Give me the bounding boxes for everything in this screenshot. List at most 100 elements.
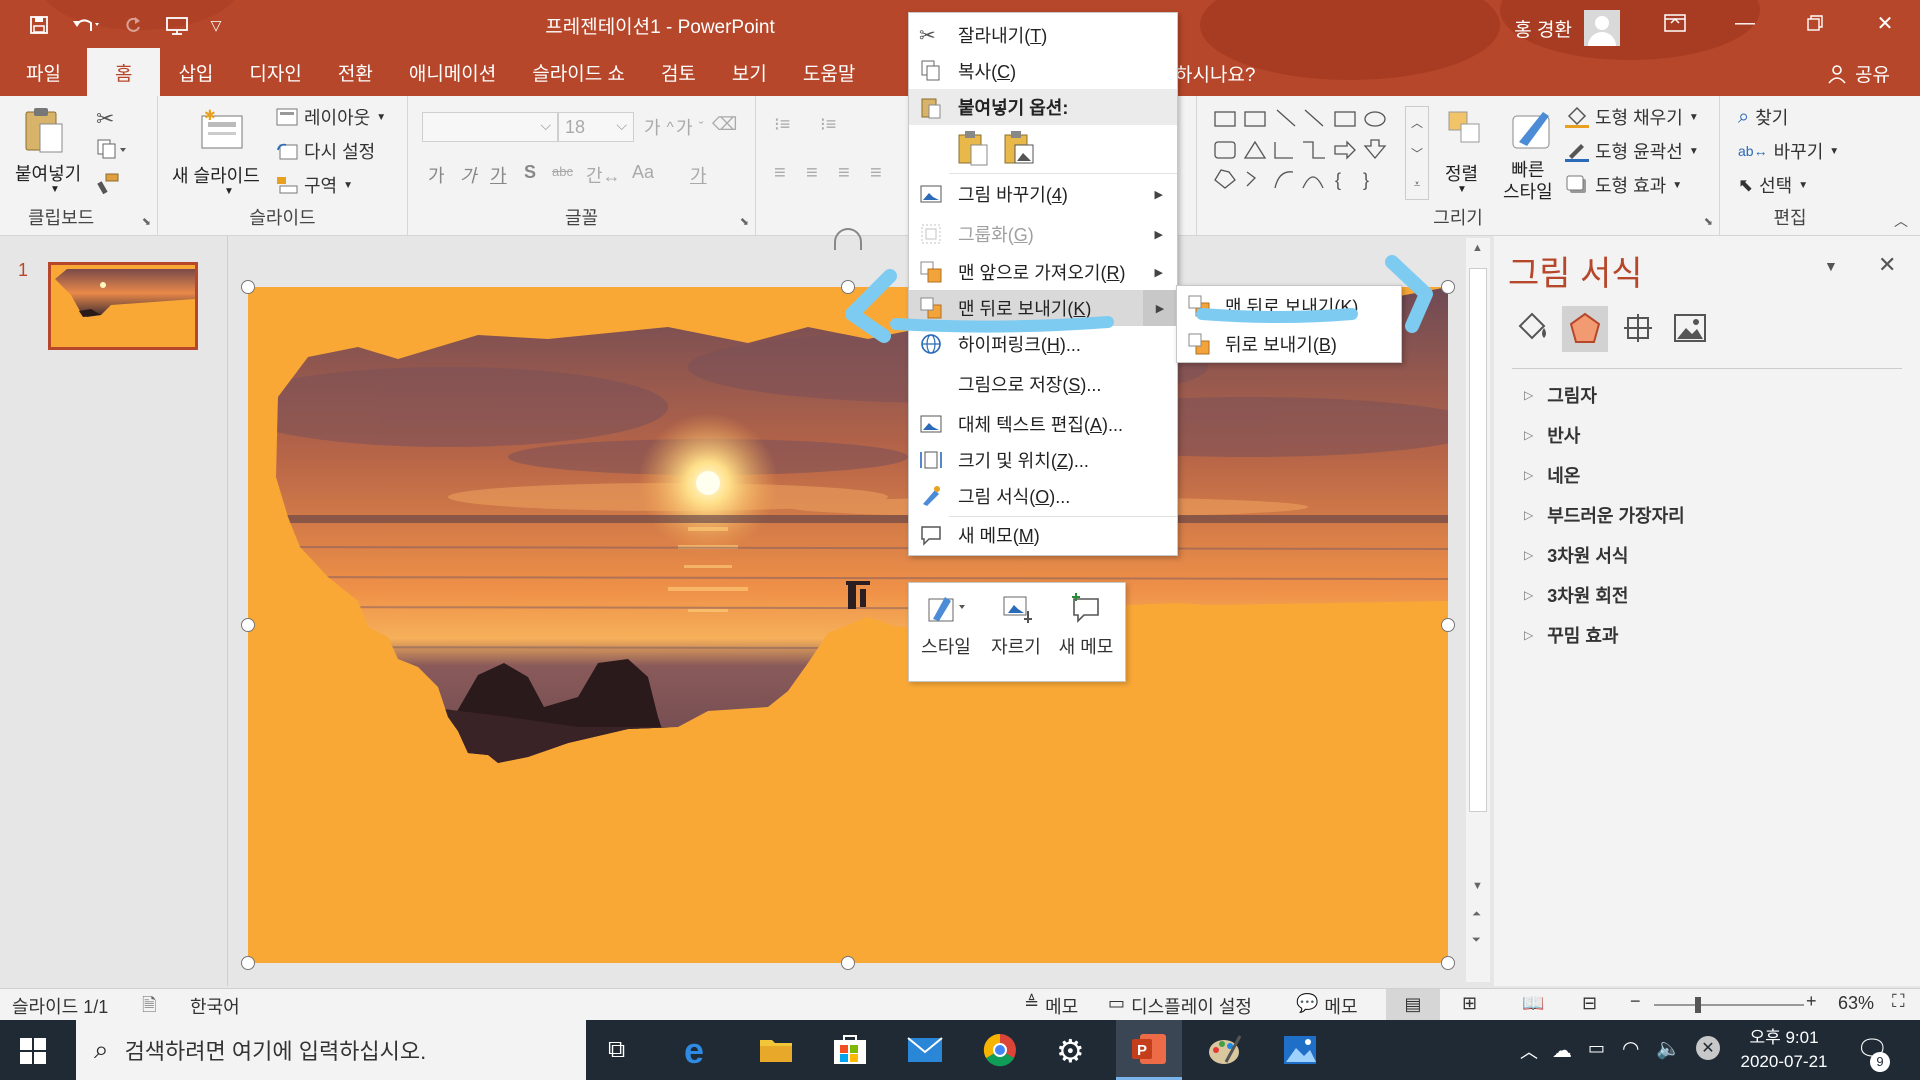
close-icon[interactable]: ✕: [1850, 0, 1920, 46]
bullets-icon[interactable]: ⁝≡: [774, 114, 790, 135]
tab-file[interactable]: 파일: [0, 48, 87, 96]
tab-slideshow[interactable]: 슬라이드 쇼: [514, 48, 643, 96]
tell-me-search[interactable]: 하시나요?: [1175, 60, 1256, 87]
menu-item-bring-to-front[interactable]: 맨 앞으로 가져오기(R) ▶: [909, 254, 1177, 290]
menu-item-change-picture[interactable]: 그림 바꾸기(4) ▶: [909, 176, 1177, 212]
normal-view-icon[interactable]: ▤: [1386, 989, 1440, 1020]
menu-item-cut[interactable]: ✂ 잘라내기(T): [909, 17, 1177, 53]
submenu-item-send-backward[interactable]: 뒤로 보내기(B): [1177, 326, 1401, 362]
sunset-picture[interactable]: [248, 287, 1448, 963]
shape-fill-button[interactable]: 도형 채우기 ▼: [1565, 104, 1699, 130]
menu-item-new-comment[interactable]: 새 메모(M): [909, 517, 1177, 553]
crop-button[interactable]: 자르기: [983, 591, 1049, 677]
change-case-button[interactable]: Aa: [632, 162, 654, 183]
dialog-launcher-icon[interactable]: ⬊: [142, 215, 151, 228]
resize-handle-bottom-left[interactable]: [241, 956, 255, 970]
mail-icon[interactable]: [906, 1036, 944, 1069]
slide-indicator[interactable]: 슬라이드 1/1: [12, 993, 108, 1019]
menu-item-hyperlink[interactable]: 하이퍼링크(H)...: [909, 326, 1177, 362]
tab-insert[interactable]: 삽입: [160, 48, 231, 96]
dialog-launcher-icon[interactable]: ⬊: [1704, 215, 1713, 228]
section-button[interactable]: 구역 ▼: [276, 172, 353, 198]
slide-sorter-icon[interactable]: ⊞: [1462, 993, 1477, 1014]
tab-review[interactable]: 검토: [643, 48, 714, 96]
restore-icon[interactable]: [1780, 0, 1850, 46]
strikethrough-button[interactable]: abc: [552, 164, 573, 179]
pane-options-icon[interactable]: ▼: [1824, 258, 1838, 274]
display-settings-button[interactable]: ▭ 디스플레이 설정: [1108, 993, 1252, 1019]
resize-handle-top-middle[interactable]: [841, 280, 855, 294]
submenu-item-send-to-back[interactable]: 맨 뒤로 보내기(K): [1177, 288, 1401, 324]
replace-button[interactable]: ab↔ 바꾸기 ▼: [1738, 138, 1839, 164]
cut-icon[interactable]: ✂: [96, 106, 114, 132]
section-3d-format[interactable]: ▷ 3차원 서식: [1524, 542, 1629, 568]
section-soft-edges[interactable]: ▷ 부드러운 가장자리: [1524, 502, 1685, 528]
font-color-button[interactable]: 가: [690, 162, 707, 188]
resize-handle-middle-right[interactable]: [1441, 618, 1455, 632]
clock[interactable]: 오후 9:01 2020-07-21: [1736, 1026, 1832, 1074]
chrome-icon[interactable]: [982, 1032, 1018, 1073]
paint-icon[interactable]: [1206, 1032, 1242, 1073]
scroll-down-icon[interactable]: ▼: [1472, 880, 1483, 892]
fit-to-window-icon[interactable]: ⛶: [1892, 991, 1905, 1012]
battery-icon[interactable]: ▭: [1588, 1038, 1605, 1059]
italic-button[interactable]: 가: [460, 162, 477, 188]
tab-animations[interactable]: 애니메이션: [391, 48, 514, 96]
paste-button[interactable]: 붙여넣기 ▼: [10, 102, 81, 202]
section-glow[interactable]: ▷ 네온: [1524, 462, 1580, 488]
share-button[interactable]: 공유: [1827, 60, 1890, 87]
store-icon[interactable]: [832, 1032, 868, 1071]
taskbar-search-box[interactable]: ⌕ 검색하려면 여기에 입력하십시오.: [76, 1020, 586, 1080]
grow-font-icon[interactable]: 가 ^: [644, 114, 674, 140]
style-button[interactable]: 스타일: [913, 591, 979, 677]
tab-transitions[interactable]: 전환: [320, 48, 391, 96]
file-explorer-icon[interactable]: [758, 1034, 794, 1069]
scroll-up-icon[interactable]: ▲: [1472, 242, 1483, 254]
section-reflection[interactable]: ▷ 반사: [1524, 422, 1580, 448]
spelling-check-icon[interactable]: 🗎: [142, 993, 156, 1023]
dialog-launcher-icon[interactable]: ⬊: [740, 215, 749, 228]
user-account[interactable]: 홍 경환: [1514, 10, 1620, 46]
minimize-icon[interactable]: —: [1710, 0, 1780, 46]
shapes-gallery[interactable]: {}: [1213, 106, 1399, 196]
shape-outline-button[interactable]: 도형 윤곽선 ▼: [1565, 138, 1699, 164]
char-spacing-button[interactable]: 간↔: [586, 162, 621, 188]
reading-view-icon[interactable]: 📖: [1522, 993, 1544, 1014]
new-slide-button[interactable]: ✱ 새 슬라이드 ▼: [168, 102, 278, 206]
underline-button[interactable]: 가: [490, 162, 507, 188]
menu-item-size-position[interactable]: 크기 및 위치(Z)...: [909, 442, 1177, 478]
zoom-slider[interactable]: [1654, 1004, 1804, 1006]
layout-button[interactable]: 레이아웃 ▼: [276, 104, 386, 130]
volume-icon[interactable]: 🔈: [1656, 1036, 1681, 1061]
align-left-icon[interactable]: ≡: [774, 162, 786, 185]
slideshow-view-icon[interactable]: ⊟: [1582, 993, 1597, 1014]
size-properties-tab-icon[interactable]: [1620, 310, 1656, 351]
windows-start-icon[interactable]: [20, 1038, 46, 1069]
powerpoint-taskbar-icon[interactable]: P: [1116, 1020, 1182, 1080]
edge-browser-icon[interactable]: e: [684, 1030, 704, 1072]
font-size-input[interactable]: 18 ⌵: [558, 112, 634, 142]
menu-item-edit-alt-text[interactable]: 대체 텍스트 편집(A)...: [909, 406, 1177, 442]
tab-home[interactable]: 홈: [86, 48, 161, 96]
slide[interactable]: [248, 287, 1448, 963]
show-hidden-icons[interactable]: ︿: [1520, 1038, 1538, 1064]
language-indicator[interactable]: 한국어: [190, 993, 240, 1019]
input-method-icon[interactable]: ✕: [1696, 1036, 1720, 1060]
section-3d-rotation[interactable]: ▷ 3차원 회전: [1524, 582, 1629, 608]
menu-item-save-as-picture[interactable]: 그림으로 저장(S)...: [909, 366, 1177, 402]
align-center-icon[interactable]: ≡: [806, 162, 818, 185]
shape-effects-button[interactable]: 도형 효과 ▼: [1565, 172, 1682, 198]
find-button[interactable]: ⌕ 찾기: [1738, 104, 1788, 130]
settings-icon[interactable]: ⚙: [1056, 1032, 1085, 1070]
zoom-slider-thumb[interactable]: [1695, 997, 1702, 1013]
tab-view[interactable]: 보기: [714, 48, 785, 96]
close-pane-icon[interactable]: ✕: [1878, 252, 1896, 278]
section-artistic-effects[interactable]: ▷ 꾸밈 효과: [1524, 622, 1618, 648]
comments-button[interactable]: 💬 메모: [1296, 993, 1358, 1019]
previous-slide-icon[interactable]: ⏶: [1472, 908, 1481, 921]
zoom-in-icon[interactable]: +: [1806, 991, 1817, 1012]
resize-handle-top-right[interactable]: [1441, 280, 1455, 294]
select-button[interactable]: ⬉ 선택 ▼: [1738, 172, 1808, 198]
menu-item-send-to-back[interactable]: 맨 뒤로 보내기(K) ▶: [909, 290, 1177, 326]
resize-handle-top-left[interactable]: [241, 280, 255, 294]
